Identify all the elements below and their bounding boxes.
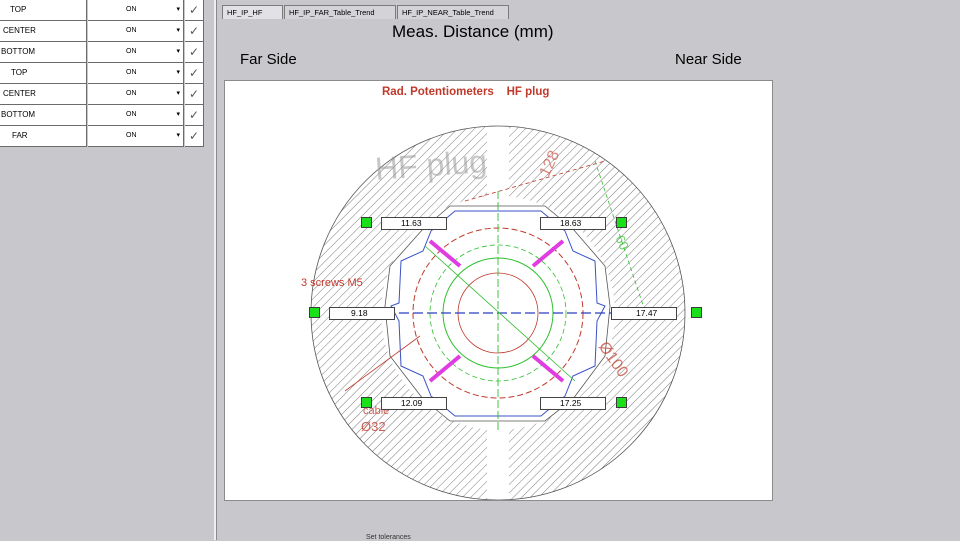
row-label: TOP [0,0,87,21]
check-icon[interactable]: ✓ [185,42,204,63]
state-dropdown[interactable]: ON ▾ [88,105,184,126]
state-dropdown[interactable]: ON ▾ [88,84,184,105]
panel-divider [214,0,217,540]
status-led-bottom-left [361,397,372,408]
chevron-down-icon: ▾ [176,69,180,76]
chevron-down-icon: ▾ [176,111,180,118]
screws-label: 3 screws M5 [301,277,363,289]
chevron-down-icon: ▾ [176,90,180,97]
reading-mid-right: 17.47 [611,307,677,320]
hf-plug-diagram: Rad. Potentiometers HF plug HF plug 3 sc… [224,80,773,501]
state-dropdown[interactable]: ON ▾ [88,126,184,147]
table-row: CENTER ON ▾ ✓ [0,84,204,105]
hf-plug-drawing [310,125,686,500]
check-icon[interactable]: ✓ [185,21,204,42]
table-row: TOP ON ▾ ✓ [0,0,204,21]
diameter-32-label: Ø32 [361,419,386,434]
sensor-control-table: TOP ON ▾ ✓ CENTER ON ▾ ✓ BOTTOM ON ▾ ✓ TOP … [0,0,204,147]
state-dropdown[interactable]: ON ▾ [88,21,184,42]
table-row: FAR ON ▾ ✓ [0,126,204,147]
tab-near-table-trend[interactable]: HF_IP_NEAR_Table_Trend [397,5,509,19]
table-row: TOP ON ▾ ✓ [0,63,204,84]
state-dropdown[interactable]: ON ▾ [88,63,184,84]
far-side-label: Far Side [240,51,297,68]
check-icon[interactable]: ✓ [185,84,204,105]
reading-top-right: 18.63 [540,217,606,230]
check-icon[interactable]: ✓ [185,63,204,84]
reading-mid-left: 9.18 [329,307,395,320]
row-label: TOP [0,63,87,84]
state-dropdown[interactable]: ON ▾ [88,42,184,63]
status-led-mid-right [691,307,702,318]
reading-bottom-left: 12.09 [381,397,447,410]
status-led-top-left [361,217,372,228]
tab-far-table-trend[interactable]: HF_IP_FAR_Table_Trend [284,5,396,19]
reading-top-left: 11.63 [381,217,447,230]
chevron-down-icon: ▾ [176,48,180,55]
hf-plug-label: HF plug [373,143,489,187]
row-label: CENTER [0,21,87,42]
chevron-down-icon: ▾ [176,27,180,34]
status-led-top-right [616,217,627,228]
chevron-down-icon: ▾ [176,132,180,139]
table-row: BOTTOM ON ▾ ✓ [0,42,204,63]
check-icon[interactable]: ✓ [185,126,204,147]
row-label: BOTTOM [0,105,87,126]
status-led-mid-left [309,307,320,318]
diagram-title: Rad. Potentiometers HF plug [382,86,550,98]
table-row: BOTTOM ON ▾ ✓ [0,105,204,126]
near-side-label: Near Side [675,51,742,68]
tab-hf-ip-hf[interactable]: HF_IP_HF [222,5,283,19]
chevron-down-icon: ▾ [176,6,180,13]
state-dropdown[interactable]: ON ▾ [88,0,184,21]
row-label: BOTTOM [0,42,87,63]
check-icon[interactable]: ✓ [185,105,204,126]
status-led-bottom-right [616,397,627,408]
check-icon[interactable]: ✓ [185,0,204,21]
table-row: CENTER ON ▾ ✓ [0,21,204,42]
row-label: CENTER [0,84,87,105]
page-title: Meas. Distance (mm) [392,22,554,41]
reading-bottom-right: 17.25 [540,397,606,410]
row-label: FAR [0,126,87,147]
